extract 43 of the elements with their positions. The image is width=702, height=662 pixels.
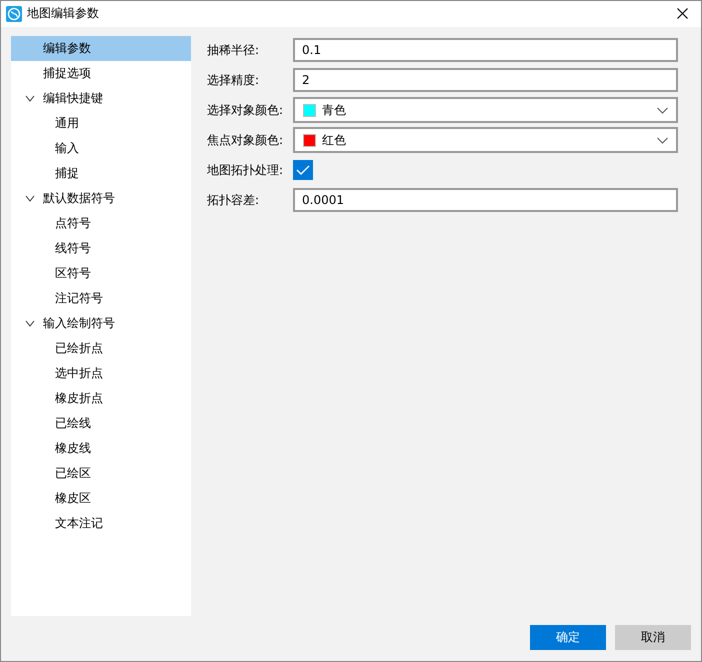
chevron-down-icon[interactable] bbox=[25, 320, 35, 327]
tree-item[interactable]: 编辑快捷键 bbox=[11, 86, 191, 111]
color-dropdown[interactable]: 红色 bbox=[293, 127, 678, 154]
window-title: 地图编辑参数 bbox=[27, 5, 100, 22]
field-label: 拓扑容差: bbox=[207, 192, 260, 209]
field-label: 焦点对象颜色: bbox=[207, 132, 284, 149]
tree-item[interactable]: 注记符号 bbox=[11, 286, 191, 311]
tree-item[interactable]: 橡皮区 bbox=[11, 486, 191, 511]
field-label: 地图拓扑处理: bbox=[207, 162, 284, 179]
color-dropdown[interactable]: 青色 bbox=[293, 97, 678, 124]
tree-item[interactable]: 线符号 bbox=[11, 236, 191, 261]
tree-item[interactable]: 输入 bbox=[11, 136, 191, 161]
tree-item[interactable]: 选中折点 bbox=[11, 360, 191, 386]
checkmark-icon bbox=[296, 165, 310, 176]
input-field[interactable]: 2 bbox=[293, 68, 678, 92]
tree-item[interactable]: 已绘线 bbox=[11, 410, 191, 436]
tree-item[interactable]: 橡皮折点 bbox=[11, 386, 191, 411]
tree-item[interactable]: 橡皮线 bbox=[11, 436, 191, 461]
chevron-down-icon[interactable] bbox=[25, 194, 35, 202]
globe-icon bbox=[6, 6, 22, 22]
input-field[interactable]: 0.0001 bbox=[293, 188, 678, 212]
field-label: 选择对象颜色: bbox=[207, 102, 284, 119]
tree-item[interactable]: 已绘区 bbox=[11, 460, 191, 486]
tree-item[interactable]: 默认数据符号 bbox=[11, 186, 191, 211]
field-label: 抽稀半径: bbox=[207, 42, 260, 59]
tree-item[interactable]: 通用 bbox=[11, 110, 191, 136]
tree-item[interactable]: 点符号 bbox=[11, 210, 191, 236]
checkbox[interactable] bbox=[293, 160, 313, 180]
cancel-button[interactable]: 取消 bbox=[615, 624, 691, 650]
chevron-down-icon[interactable] bbox=[25, 94, 35, 102]
ok-button[interactable]: 确定 bbox=[530, 624, 606, 650]
input-field[interactable]: 0.1 bbox=[293, 38, 678, 62]
chevron-down-icon bbox=[657, 106, 668, 114]
tree-item[interactable]: 区符号 bbox=[11, 260, 191, 286]
tree-item[interactable]: 捕捉选项 bbox=[11, 60, 191, 86]
tree-item[interactable]: 已绘折点 bbox=[11, 336, 191, 361]
chevron-down-icon bbox=[657, 136, 668, 144]
tree-item[interactable]: 编辑参数 bbox=[11, 36, 191, 61]
tree-item[interactable]: 捕捉 bbox=[11, 160, 191, 186]
field-label: 选择精度: bbox=[207, 72, 260, 89]
tree-item[interactable]: 文本注记 bbox=[11, 510, 191, 536]
tree-item[interactable]: 输入绘制符号 bbox=[11, 310, 191, 336]
close-icon bbox=[676, 8, 688, 20]
